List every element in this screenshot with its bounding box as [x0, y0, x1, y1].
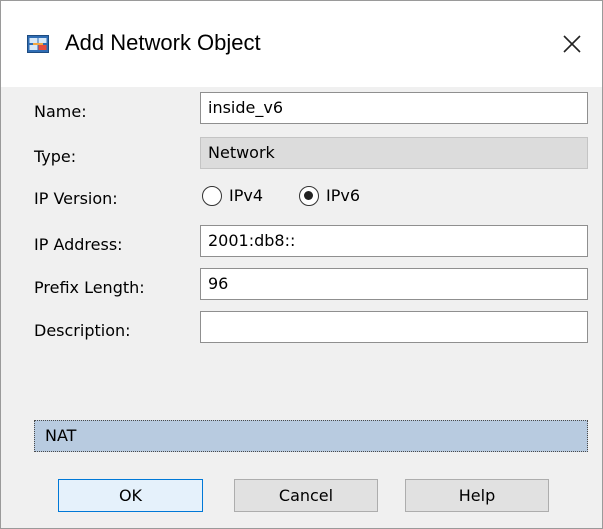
name-field[interactable]: inside_v6 [200, 92, 588, 124]
ipv4-radio-label[interactable]: IPv4 [229, 185, 263, 207]
ipv4-radio[interactable] [202, 186, 222, 206]
radio-selected-dot [304, 191, 313, 200]
dialog-titlebar: Add Network Object [1, 1, 602, 87]
ip-address-field[interactable]: 2001:db8:: [200, 225, 588, 257]
cancel-button[interactable]: Cancel [234, 479, 378, 512]
add-network-object-dialog: Add Network Object Name: inside_v6 Type:… [0, 0, 603, 529]
help-button[interactable]: Help [405, 479, 549, 512]
ip-address-label: IP Address: [34, 235, 123, 254]
name-label: Name: [34, 102, 87, 121]
prefix-length-field[interactable]: 96 [200, 268, 588, 300]
type-label: Type: [34, 147, 77, 166]
nat-section-toggle[interactable]: NAT [34, 420, 588, 452]
close-icon[interactable] [555, 27, 589, 61]
ipv6-radio[interactable] [299, 186, 319, 206]
ok-button[interactable]: OK [58, 479, 203, 512]
description-field[interactable] [200, 311, 588, 343]
network-object-icon [27, 35, 49, 53]
ip-version-label: IP Version: [34, 189, 118, 208]
ipv6-radio-label[interactable]: IPv6 [326, 185, 360, 207]
description-label: Description: [34, 321, 131, 340]
dialog-title: Add Network Object [65, 30, 261, 55]
type-field: Network [200, 137, 588, 169]
prefix-length-label: Prefix Length: [34, 278, 145, 297]
